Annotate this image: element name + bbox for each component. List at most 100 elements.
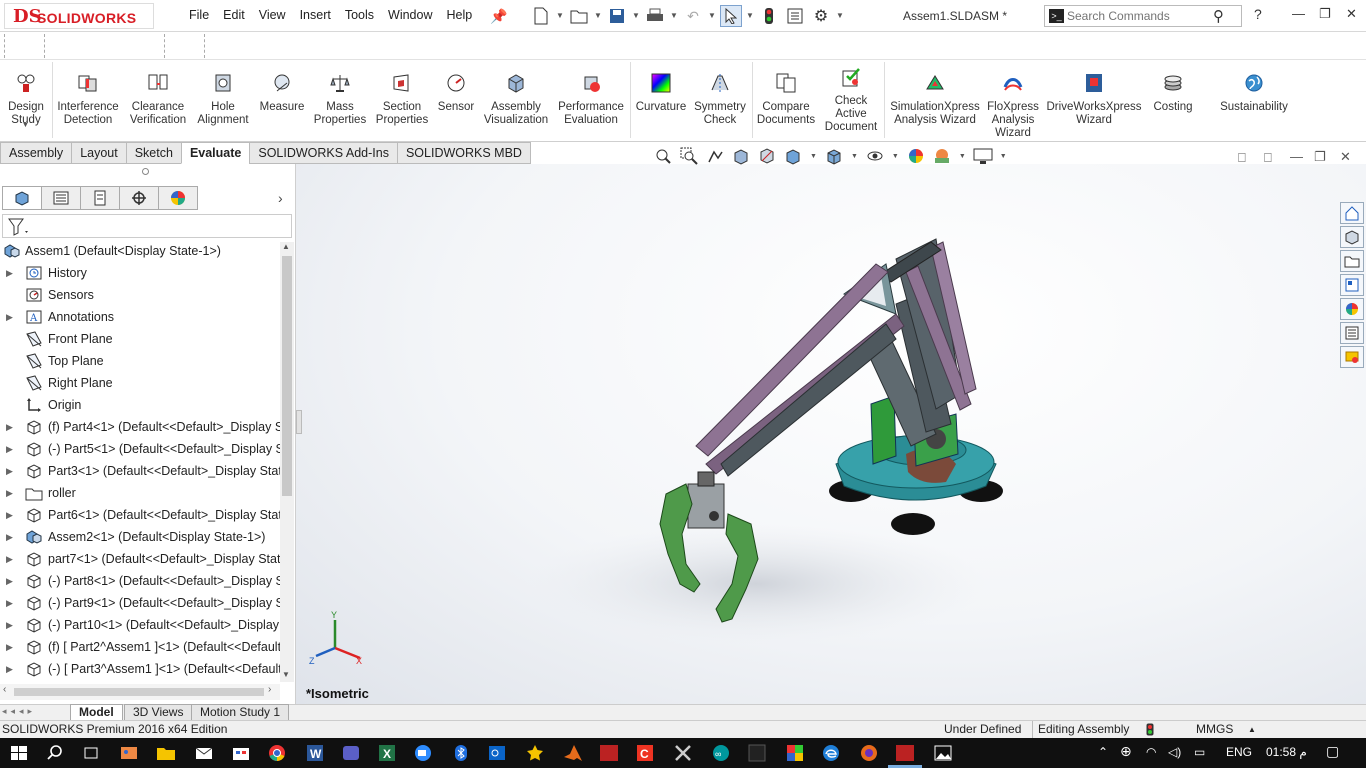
symmetry-check-button[interactable]: Symmetry Check [690,72,750,127]
view-orientation-icon[interactable] [782,146,804,166]
toolbar-grip[interactable] [44,34,45,58]
chevron-down-icon[interactable]: ▼ [632,5,640,27]
undo-icon[interactable]: ↶ [682,5,704,27]
chevron-up-icon[interactable]: ⌃ [1098,745,1108,759]
menu-help[interactable]: Help [440,8,480,22]
edit-appearance-icon[interactable] [905,146,927,166]
photos-icon[interactable] [932,742,954,764]
measure-button[interactable]: Measure [256,72,308,114]
dynamic-annotation-icon[interactable] [756,146,778,166]
windows-start-icon[interactable] [8,742,30,764]
viewport-restore-icon[interactable]: ❐ [1314,149,1326,165]
restore-icon[interactable]: ❐ [1319,6,1331,22]
simulationxpress-button[interactable]: SimulationXpress Analysis Wizard [888,72,982,127]
feature-manager-tab[interactable] [2,186,42,210]
paint-3d-icon[interactable] [118,742,140,764]
outlook-icon[interactable] [486,742,508,764]
file-properties-icon[interactable] [784,5,806,27]
chevron-down-icon[interactable]: ▼ [556,5,564,27]
chevron-up-icon[interactable]: ▲ [1248,721,1256,738]
open-folder-icon[interactable] [568,5,590,27]
options-gear-icon[interactable]: ⚙ [810,5,832,27]
tree-filter[interactable] [2,214,292,238]
display-manager-tab[interactable] [158,186,198,210]
edge-icon[interactable] [820,742,842,764]
expand-arrow-icon[interactable]: ▶ [6,592,13,614]
menu-view[interactable]: View [252,8,293,22]
windows-icon[interactable] [746,742,768,764]
expand-arrow-icon[interactable]: ▶ [6,262,13,284]
zoom-to-area-icon[interactable] [678,146,700,166]
task-view-icon[interactable] [80,742,102,764]
expand-arrow-icon[interactable]: ▶ [6,636,13,658]
expand-arrow-icon[interactable]: ▶ [6,306,13,328]
keyboard-icon[interactable]: ▭ [1194,745,1205,759]
design-library-icon[interactable] [1340,226,1364,248]
file-explorer-icon[interactable] [1340,250,1364,272]
viewport-minimize-icon[interactable]: — [1290,149,1303,164]
driveworksxpress-button[interactable]: DriveWorksXpress Wizard [1044,72,1144,127]
interference-detection-button[interactable]: Interference Detection [56,72,120,127]
viewport-close-icon[interactable]: ✕ [1340,149,1351,165]
menu-edit[interactable]: Edit [216,8,252,22]
tab-scroll-arrows[interactable]: ◂◂◂▸ [2,706,36,717]
rebuild-icon[interactable] [758,5,780,27]
expand-arrow-icon[interactable]: ▶ [6,482,13,504]
tree-item[interactable]: Front Plane [0,328,280,350]
chevron-left-icon[interactable]: ‹ [3,684,6,695]
expand-arrow-icon[interactable]: ▶ [6,526,13,548]
chevron-down-icon[interactable]: ▼ [959,153,966,160]
search-icon[interactable]: ⚲ [1213,7,1224,25]
chevron-right-icon[interactable]: › [268,684,271,695]
excel-icon[interactable]: X [376,742,398,764]
arduino-icon[interactable]: ∞ [710,742,732,764]
sustainability-button[interactable]: Sustainability [1212,72,1296,114]
floxpress-button[interactable]: FloXpress Analysis Wizard [984,72,1042,140]
clock[interactable]: 01:58 م [1266,745,1307,759]
dimxpert-manager-tab[interactable] [119,186,159,210]
tree-item[interactable]: ▶ History [0,262,280,284]
tree-item[interactable]: ▶ (-) Part8<1> (Default<<Default>_Display… [0,570,280,592]
expand-arrow-icon[interactable]: ▶ [6,658,13,680]
ccleaner-icon[interactable]: C [634,742,656,764]
tab-3d-views[interactable]: 3D Views [124,704,193,721]
menu-window[interactable]: Window [381,8,439,22]
solidworks-taskbar-icon[interactable] [598,742,620,764]
word-icon[interactable]: W [304,742,326,764]
tree-item[interactable]: Top Plane [0,350,280,372]
sensor-button[interactable]: Sensor [434,72,478,114]
wifi-icon[interactable]: ◠ [1146,745,1156,759]
volume-icon[interactable]: ◁) [1168,745,1181,759]
tab-solidworks-add-ins[interactable]: SOLIDWORKS Add-Ins [249,142,398,164]
search-icon[interactable] [44,742,66,764]
tree-item[interactable]: ▶ (f) [ Part2^Assem1 ]<1> (Default<<Defau… [0,636,280,658]
chrome-icon[interactable] [266,742,288,764]
tree-vertical-scrollbar[interactable]: ▲ ▼ [280,242,294,682]
matlab-icon[interactable] [562,742,584,764]
clearance-verification-button[interactable]: Clearance Verification [126,72,190,127]
apply-scene-icon[interactable] [931,146,953,166]
assembly-visualization-button[interactable]: Assembly Visualization [480,72,552,127]
favorites-star-icon[interactable] [524,742,546,764]
tab-model[interactable]: Model [70,704,123,721]
section-view-icon[interactable] [730,146,752,166]
robot-arm-model[interactable] [296,164,1366,704]
solidworks-forum-icon[interactable] [1340,346,1364,368]
tab-sketch[interactable]: Sketch [125,142,182,164]
tab-evaluate[interactable]: Evaluate [180,142,251,164]
pin-icon[interactable]: 📌 [490,8,507,25]
chevron-right-icon[interactable]: › [278,190,283,206]
chevron-down-icon[interactable]: ▼ [851,153,858,160]
expand-arrow-icon[interactable]: ▶ [6,416,13,438]
chevron-down-icon[interactable]: ▼ [282,670,290,679]
tree-item[interactable]: ▶ (f) Part4<1> (Default<<Default>_Display… [0,416,280,438]
custom-properties-icon[interactable] [1340,322,1364,344]
costing-button[interactable]: Costing [1148,72,1198,114]
view-settings-icon[interactable] [972,146,994,166]
zoom-icon[interactable] [412,742,434,764]
mail-icon[interactable] [193,742,215,764]
section-properties-button[interactable]: Section Properties [372,72,432,127]
tab-solidworks-mbd[interactable]: SOLIDWORKS MBD [396,142,531,164]
curvature-button[interactable]: Curvature [634,72,688,114]
search-input[interactable] [1067,7,1207,25]
